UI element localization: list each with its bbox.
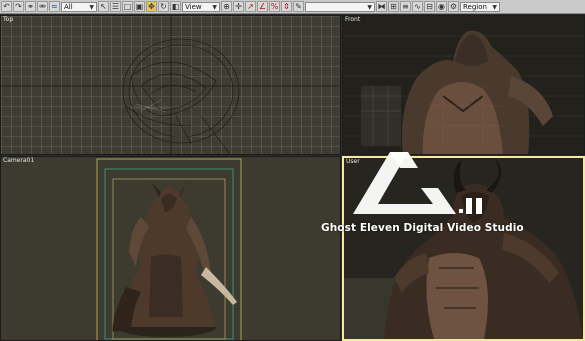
bind-to-space-warp-icon[interactable]: ≈: [49, 1, 60, 12]
undo-icon[interactable]: ↶: [1, 1, 12, 12]
selection-region-dropdown[interactable]: Region ▼: [460, 1, 500, 12]
use-pivot-center-icon[interactable]: ⊕: [221, 1, 232, 12]
viewport-label-top[interactable]: Top: [3, 16, 13, 23]
percent-snap-icon[interactable]: %: [269, 1, 280, 12]
chevron-down-icon: ▼: [89, 3, 94, 11]
selection-filter-value: All: [64, 2, 73, 11]
viewport-top[interactable]: Top: [0, 15, 341, 155]
viewport-label-front[interactable]: Front: [345, 16, 360, 23]
mirror-icon[interactable]: ⧓: [376, 1, 387, 12]
rectangular-selection-icon[interactable]: □: [122, 1, 133, 12]
select-and-rotate-icon[interactable]: ↻: [158, 1, 169, 12]
layer-manager-icon[interactable]: ≡: [400, 1, 411, 12]
chevron-down-icon: ▼: [367, 3, 372, 11]
unlink-icon[interactable]: ⚮: [37, 1, 48, 12]
viewport-label-camera[interactable]: Camera01: [3, 157, 34, 164]
snaps-toggle-icon[interactable]: ↗: [245, 1, 256, 12]
front-view-character: [343, 16, 584, 154]
main-toolbar: ↶ ↷ ⚭ ⚮ ≈ All ▼ ↖ ☰ □ ▣ ✥ ↻ ◧ View ▼ ⊕ ✛…: [0, 0, 585, 14]
select-and-link-icon[interactable]: ⚭: [25, 1, 36, 12]
select-and-scale-icon[interactable]: ◧: [170, 1, 181, 12]
selection-region-value: Region: [463, 2, 487, 11]
chevron-down-icon: ▼: [492, 3, 497, 11]
redo-icon[interactable]: ↷: [13, 1, 24, 12]
edit-named-selection-icon[interactable]: ✎: [293, 1, 304, 12]
reference-coordinate-value: View: [185, 2, 202, 11]
material-editor-icon[interactable]: ◉: [436, 1, 447, 12]
camera-view-render: [1, 157, 340, 340]
select-and-move-icon[interactable]: ✥: [146, 1, 157, 12]
studio-name: Ghost Eleven Digital Video Studio: [321, 222, 524, 234]
select-and-manipulate-icon[interactable]: ✛: [233, 1, 244, 12]
spinner-snap-icon[interactable]: ⇕: [281, 1, 292, 12]
align-icon[interactable]: ⊞: [388, 1, 399, 12]
curve-editor-icon[interactable]: ∿: [412, 1, 423, 12]
angle-snap-icon[interactable]: ∠: [257, 1, 268, 12]
render-setup-icon[interactable]: ⚙: [448, 1, 459, 12]
viewport-front[interactable]: Front: [342, 15, 585, 155]
named-selection-sets-dropdown[interactable]: ▼: [305, 1, 375, 12]
chevron-down-icon: ▼: [212, 3, 217, 11]
selection-filter-dropdown[interactable]: All ▼: [61, 1, 97, 12]
top-view-grid: [1, 16, 340, 154]
schematic-view-icon[interactable]: ⊟: [424, 1, 435, 12]
reference-coordinate-dropdown[interactable]: View ▼: [182, 1, 220, 12]
select-by-name-icon[interactable]: ☰: [110, 1, 121, 12]
select-object-icon[interactable]: ↖: [98, 1, 109, 12]
window-crossing-icon[interactable]: ▣: [134, 1, 145, 12]
studio-logo: [353, 152, 482, 214]
viewport-camera[interactable]: Camera01: [0, 156, 341, 341]
